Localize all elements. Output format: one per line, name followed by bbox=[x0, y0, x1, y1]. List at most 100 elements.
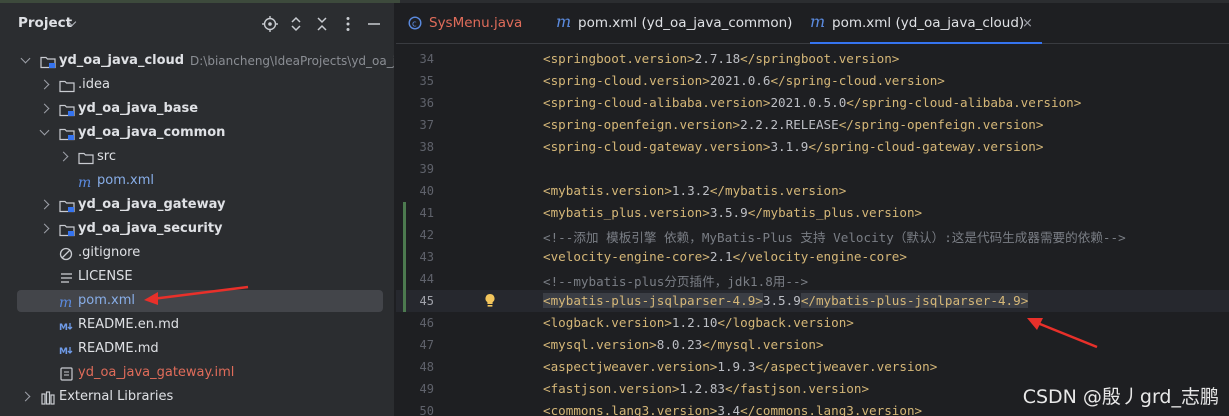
code-value: 1.9.3 bbox=[717, 359, 756, 374]
tree-item-label: yd_oa_java_security bbox=[78, 221, 223, 236]
code-tag: </mybatis.version> bbox=[709, 183, 847, 198]
folder-icon bbox=[59, 78, 75, 93]
tree-item-label: README.md bbox=[78, 341, 159, 356]
vcs-change-marker[interactable] bbox=[403, 290, 406, 312]
collapse-all-icon[interactable] bbox=[313, 15, 331, 33]
code-line[interactable]: <aspectjweaver.version>1.9.3</aspectjwea… bbox=[396, 356, 1229, 378]
tree-item[interactable]: .idea bbox=[0, 73, 394, 97]
tree-item-label: yd_oa_java_gateway.iml bbox=[78, 365, 235, 380]
chevron-right-icon[interactable] bbox=[58, 151, 69, 162]
code-text: <spring-openfeign.version>2.2.2.RELEASE<… bbox=[543, 117, 1043, 132]
locate-icon[interactable] bbox=[261, 15, 279, 33]
code-tag: <mybatis.version> bbox=[543, 183, 672, 198]
vcs-change-marker[interactable] bbox=[403, 202, 406, 224]
hide-panel-icon[interactable] bbox=[365, 15, 383, 33]
code-line[interactable]: <!--添加 模板引擎 依赖，MyBatis-Plus 支持 Velocity（… bbox=[396, 224, 1229, 246]
line-number: 44 bbox=[419, 272, 434, 286]
code-line[interactable]: <springboot.version>2.7.18</springboot.v… bbox=[396, 48, 1229, 70]
close-icon[interactable]: × bbox=[1022, 16, 1033, 31]
chevron-down-icon[interactable] bbox=[20, 53, 31, 64]
tree-item[interactable]: src bbox=[0, 145, 394, 169]
editor-tabs: c SysMenu.java m pom.xml (yd_oa_java_common… bbox=[396, 3, 1229, 44]
lightbulb-icon[interactable] bbox=[484, 293, 496, 309]
editor-area: c SysMenu.java m pom.xml (yd_oa_java_common… bbox=[396, 3, 1229, 416]
line-number: 48 bbox=[419, 360, 434, 374]
code-line[interactable]: <spring-cloud-gateway.version>3.1.9</spr… bbox=[396, 136, 1229, 158]
code-line[interactable]: <mysql.version>8.0.23</mysql.version> bbox=[396, 334, 1229, 356]
code-line[interactable]: <spring-cloud-alibaba.version>2021.0.5.0… bbox=[396, 92, 1229, 114]
tree-item[interactable]: yd_oa_java_base bbox=[0, 97, 394, 121]
code-line[interactable] bbox=[396, 158, 1229, 180]
code-line[interactable]: <logback.version>1.2.10</logback.version… bbox=[396, 312, 1229, 334]
code-text: <mysql.version>8.0.23</mysql.version> bbox=[543, 337, 824, 352]
code-tag: <mybatis_plus.version> bbox=[543, 205, 710, 220]
tree-item-label: .idea bbox=[78, 77, 110, 92]
tree-item-label: src bbox=[97, 149, 116, 164]
line-number: 39 bbox=[419, 162, 434, 176]
tree-item-label: pom.xml bbox=[97, 173, 154, 188]
vcs-change-marker[interactable] bbox=[403, 246, 406, 268]
tree-item[interactable]: yd_oa_java_gateway bbox=[0, 193, 394, 217]
more-options-icon[interactable] bbox=[339, 15, 357, 33]
code-tag: <springboot.version> bbox=[543, 51, 695, 66]
code-text: <!--添加 模板引擎 依赖，MyBatis-Plus 支持 Velocity（… bbox=[543, 227, 1126, 246]
active-tab-indicator bbox=[810, 42, 1042, 44]
code-tag: <fastjson.version> bbox=[543, 381, 680, 396]
vcs-change-marker[interactable] bbox=[403, 268, 406, 290]
tree-item[interactable]: yd_oa_java_gateway.iml bbox=[0, 361, 394, 385]
tree-item[interactable]: yd_oa_java_cloud D:\biancheng\IdeaProject… bbox=[0, 49, 394, 73]
code-comment: <!--添加 模板引擎 依赖，MyBatis-Plus 支持 Velocity（… bbox=[543, 230, 1126, 245]
tree-item[interactable]: LICENSE bbox=[0, 265, 394, 289]
svg-text:M: M bbox=[59, 347, 68, 357]
code-text: <fastjson.version>1.2.83</fastjson.versi… bbox=[543, 381, 869, 396]
tree-item-label: yd_oa_java_gateway bbox=[78, 197, 226, 212]
expand-all-icon[interactable] bbox=[287, 15, 305, 33]
tree-item-label: pom.xml bbox=[78, 293, 135, 308]
code-line[interactable]: <velocity-engine-core>2.1</velocity-engi… bbox=[396, 246, 1229, 268]
tab-pom-cloud[interactable]: m pom.xml (yd_oa_java_cloud) × bbox=[810, 3, 1042, 44]
tree-item[interactable]: m pom.xml bbox=[0, 169, 394, 193]
code-text: <aspectjweaver.version>1.9.3</aspectjwea… bbox=[543, 359, 937, 374]
tree-item[interactable]: yd_oa_java_security bbox=[0, 217, 394, 241]
chevron-right-icon[interactable] bbox=[39, 79, 50, 90]
text-file-icon bbox=[59, 270, 75, 284]
code-text: <logback.version>1.2.10</logback.version… bbox=[543, 315, 854, 330]
tab-sysmenu-java[interactable]: c SysMenu.java bbox=[408, 3, 562, 43]
code-value: 1.3.2 bbox=[671, 183, 710, 198]
line-number: 38 bbox=[419, 140, 434, 154]
chevron-right-icon[interactable] bbox=[39, 103, 50, 114]
tab-pom-common[interactable]: m pom.xml (yd_oa_java_common) bbox=[556, 3, 800, 43]
tree-item[interactable]: External Libraries bbox=[0, 385, 394, 409]
line-number: 46 bbox=[419, 316, 434, 330]
code-value: 2.2.2.RELEASE bbox=[740, 117, 839, 132]
java-class-icon: c bbox=[408, 16, 422, 30]
chevron-right-icon[interactable] bbox=[39, 223, 50, 234]
code-tag: </mysql.version> bbox=[702, 337, 824, 352]
tree-item[interactable]: m pom.xml bbox=[0, 289, 394, 313]
code-tag: </velocity-engine-core> bbox=[732, 249, 907, 264]
line-number: 42 bbox=[419, 228, 434, 242]
code-line[interactable]: <mybatis-plus-jsqlparser-4.9>3.5.9</myba… bbox=[396, 290, 1229, 312]
tree-item[interactable]: M README.en.md bbox=[0, 313, 394, 337]
code-line[interactable]: <mybatis.version>1.3.2</mybatis.version> bbox=[396, 180, 1229, 202]
line-number: 41 bbox=[419, 206, 434, 220]
svg-text:m: m bbox=[556, 14, 571, 30]
chevron-right-icon[interactable] bbox=[20, 391, 31, 402]
code-tag: </spring-cloud.version> bbox=[770, 73, 945, 88]
code-line[interactable]: <!--mybatis-plus分页插件，jdk1.8用--> bbox=[396, 268, 1229, 290]
maven-file-icon: m bbox=[78, 174, 94, 191]
tree-item[interactable]: .gitignore bbox=[0, 241, 394, 265]
code-line[interactable]: <spring-openfeign.version>2.2.2.RELEASE<… bbox=[396, 114, 1229, 136]
code-tag: <commons.lang3.version> bbox=[543, 403, 718, 416]
vcs-change-marker[interactable] bbox=[403, 224, 406, 246]
code-line[interactable]: <mybatis_plus.version>3.5.9</mybatis_plu… bbox=[396, 202, 1229, 224]
line-number: 35 bbox=[419, 74, 434, 88]
tree-item[interactable]: M README.md bbox=[0, 337, 394, 361]
code-text: <spring-cloud.version>2021.0.6</spring-c… bbox=[543, 73, 945, 88]
chevron-down-icon[interactable] bbox=[39, 125, 50, 136]
code-line[interactable]: <spring-cloud.version>2021.0.6</spring-c… bbox=[396, 70, 1229, 92]
chevron-right-icon[interactable] bbox=[39, 199, 50, 210]
code-value: 2.7.18 bbox=[694, 51, 741, 66]
project-panel-title[interactable]: Project bbox=[18, 15, 72, 31]
tree-item[interactable]: yd_oa_java_common bbox=[0, 121, 394, 145]
